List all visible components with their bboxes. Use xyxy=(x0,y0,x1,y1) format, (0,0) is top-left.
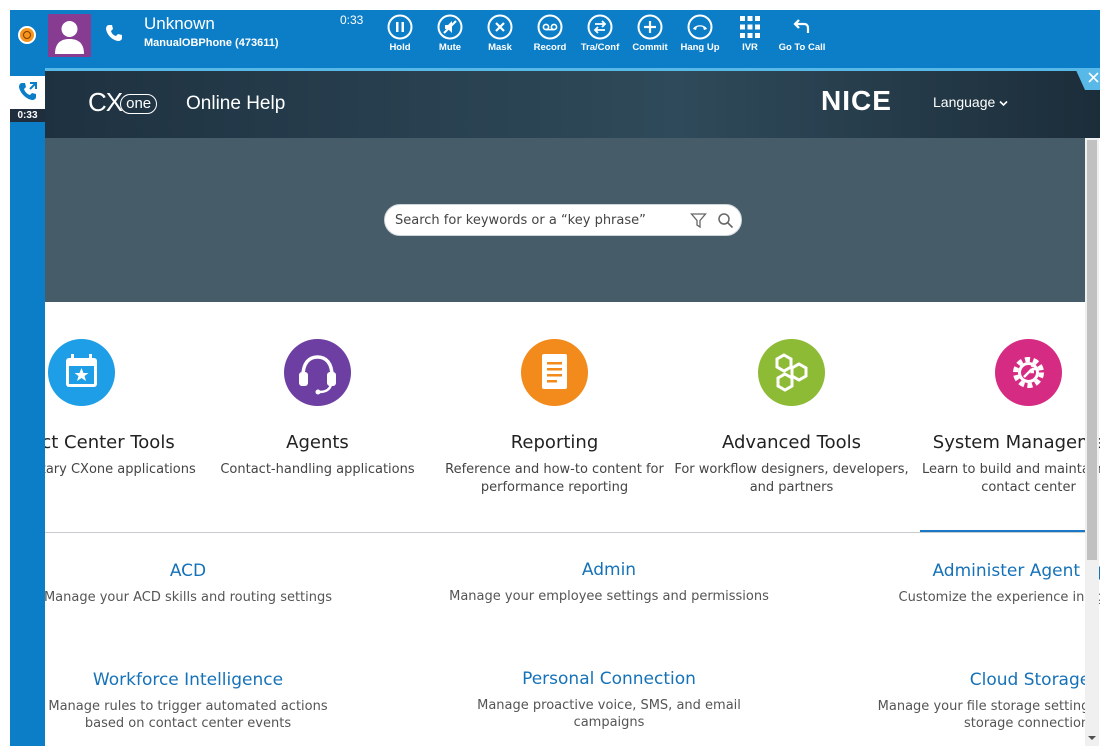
hold-label: Hold xyxy=(389,42,411,53)
language-dropdown[interactable]: Language xyxy=(933,94,1008,110)
link-desc: Manage your file storage settings and ex… xyxy=(877,699,1100,731)
calendar-star-icon xyxy=(48,339,115,406)
left-call-timer: 0:33 xyxy=(10,109,45,122)
link-desc: Manage your employee settings and permis… xyxy=(449,589,769,604)
left-call-strip: 0:33 xyxy=(10,68,45,746)
category-divider xyxy=(45,532,1085,533)
category-title: Reporting xyxy=(510,432,599,453)
link-title[interactable]: Administer Agent Apps xyxy=(870,561,1100,581)
scroll-down-icon[interactable] xyxy=(1087,732,1097,744)
link-admin: Admin Manage your employee settings and … xyxy=(449,560,769,605)
headset-icon xyxy=(284,339,351,406)
chevron-down-icon xyxy=(999,100,1008,107)
transfer-conference-button[interactable]: Tra/Conf xyxy=(572,14,628,53)
category-row: Contact Center Tools Supplementary CXone… xyxy=(45,302,1100,533)
mask-button[interactable]: Mask xyxy=(472,14,528,53)
category-desc: For workflow designers, developers, and … xyxy=(674,462,909,495)
category-title: System Management xyxy=(932,432,1100,453)
cxone-logo-one: one xyxy=(120,94,158,114)
category-desc: Learn to build and maintain your contact… xyxy=(921,462,1100,495)
mute-button[interactable]: Mute xyxy=(422,14,478,53)
cxone-logo[interactable]: CX one xyxy=(88,87,158,117)
link-desc: Manage rules to trigger automated action… xyxy=(48,699,328,731)
category-title: Agents xyxy=(286,432,349,453)
record-icon xyxy=(537,14,563,40)
mute-label: Mute xyxy=(438,42,462,53)
mute-icon xyxy=(437,14,463,40)
document-icon xyxy=(521,339,588,406)
filter-icon[interactable] xyxy=(690,212,707,229)
hold-button[interactable]: Hold xyxy=(372,14,428,53)
link-desc: Customize the experience in agent apps xyxy=(898,590,1100,605)
caller-name: Unknown xyxy=(144,14,215,33)
scrollbar-thumb[interactable] xyxy=(1087,140,1097,560)
search-hero: Search for keywords or a “key phrase” xyxy=(45,138,1085,302)
category-title: Contact Center Tools xyxy=(45,432,175,453)
go-to-call-icon xyxy=(793,19,810,33)
caller-skill: ManualOBPhone (473611) xyxy=(144,37,279,49)
page-title: Online Help xyxy=(186,93,286,114)
keypad-icon xyxy=(740,16,760,38)
online-help-panel: CX one Online Help NICE Language Search f… xyxy=(45,68,1100,746)
help-header: CX one Online Help NICE Language xyxy=(45,71,1100,138)
hang-up-icon xyxy=(687,14,713,40)
search-input[interactable]: Search for keywords or a “key phrase” xyxy=(384,204,742,236)
record-label: Record xyxy=(533,42,567,53)
category-desc: Contact-handling applications xyxy=(220,462,415,477)
person-icon xyxy=(55,21,84,54)
link-workforce-intelligence: Workforce Intelligence Manage rules to t… xyxy=(45,670,348,732)
link-title[interactable]: Workforce Intelligence xyxy=(45,670,348,690)
go-to-call-button[interactable]: Go To Call xyxy=(774,14,830,53)
commit-icon xyxy=(637,14,663,40)
link-title[interactable]: Cloud Storage xyxy=(870,670,1100,690)
hang-up-label: Hang Up xyxy=(680,42,720,53)
language-label: Language xyxy=(933,94,996,110)
close-icon[interactable] xyxy=(1075,68,1100,90)
search-icon[interactable] xyxy=(717,212,734,229)
ivr-button[interactable]: IVR xyxy=(722,14,778,53)
gear-wrench-icon xyxy=(995,339,1062,406)
link-title[interactable]: Personal Connection xyxy=(449,669,769,689)
transfer-label: Tra/Conf xyxy=(580,42,620,53)
mask-icon xyxy=(487,14,513,40)
record-button[interactable]: Record xyxy=(522,14,578,53)
ivr-label: IVR xyxy=(742,42,758,53)
link-title[interactable]: ACD xyxy=(45,561,348,581)
commit-label: Commit xyxy=(632,42,668,53)
hang-up-button[interactable]: Hang Up xyxy=(672,14,728,53)
transfer-icon xyxy=(587,14,613,40)
search-placeholder: Search for keywords or a “key phrase” xyxy=(395,213,646,228)
mask-label: Mask xyxy=(488,42,512,53)
commit-button[interactable]: Commit xyxy=(622,14,678,53)
go-to-call-label: Go To Call xyxy=(778,42,826,53)
hexagon-nodes-icon xyxy=(758,339,825,406)
category-desc: Supplementary CXone applications xyxy=(45,462,196,477)
outbound-call-icon xyxy=(19,82,37,100)
agent-workspace: Unknown ManualOBPhone (473611) 0:33 Hold… xyxy=(0,0,1112,746)
vertical-scrollbar[interactable] xyxy=(1085,138,1099,746)
agent-status-indicator[interactable] xyxy=(18,26,36,44)
link-acd: ACD Manage your ACD skills and routing s… xyxy=(45,561,348,606)
link-title[interactable]: Admin xyxy=(449,560,769,580)
link-administer-agent-apps: Administer Agent Apps Customize the expe… xyxy=(870,561,1100,606)
link-desc: Manage proactive voice, SMS, and email c… xyxy=(477,698,741,730)
active-category-indicator xyxy=(920,530,1085,532)
caller-avatar xyxy=(48,14,91,57)
category-desc: Reference and how-to content for perform… xyxy=(445,462,664,495)
link-cloud-storage: Cloud Storage Manage your file storage s… xyxy=(870,670,1100,732)
link-desc: Manage your ACD skills and routing setti… xyxy=(45,590,333,605)
agent-toolbar: Unknown ManualOBPhone (473611) 0:33 Hold… xyxy=(10,10,1100,68)
link-personal-connection: Personal Connection Manage proactive voi… xyxy=(449,669,769,731)
cxone-logo-cx: CX xyxy=(88,87,123,117)
category-title: Advanced Tools xyxy=(722,432,861,453)
nice-logo[interactable]: NICE xyxy=(821,85,892,117)
call-timer: 0:33 xyxy=(340,13,364,27)
phone-icon xyxy=(106,25,122,41)
pause-icon xyxy=(387,14,413,40)
